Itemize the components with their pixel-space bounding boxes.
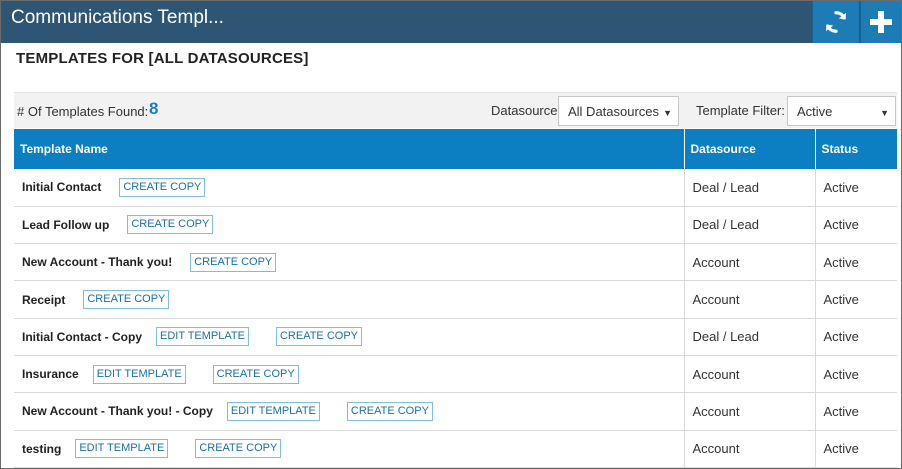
filter-bar: # Of Templates Found: 8 Datasource: All … — [14, 92, 897, 128]
status-cell: Active — [815, 243, 897, 282]
status-cell: Active — [815, 430, 897, 468]
template-name-cell-content: New Account - Thank you! CREATE COPY — [22, 252, 684, 272]
template-name: testing — [22, 441, 62, 456]
table-row: New Account - Thank you! CREATE COPY Accou… — [14, 243, 897, 282]
column-header-datasource[interactable]: Datasource — [684, 129, 816, 169]
datasource-cell: Account — [684, 430, 816, 468]
create-copy-button[interactable]: CREATE COPY — [83, 290, 170, 310]
create-copy-button[interactable]: CREATE COPY — [190, 252, 277, 272]
template-name-cell: Receipt CREATE COPY — [14, 280, 685, 319]
create-copy-button[interactable]: CREATE COPY — [212, 364, 299, 384]
chevron-down-icon: ▼ — [880, 108, 889, 118]
status-cell: Active — [815, 280, 897, 319]
template-name-cell-content: Initial Contact - Copy EDIT TEMPLATE CREAT… — [22, 327, 684, 347]
template-name: Initial Contact - Copy — [22, 329, 142, 344]
template-name-cell-content: Receipt CREATE COPY — [22, 290, 684, 310]
template-name: Lead Follow up — [22, 217, 110, 232]
status-cell: Active — [815, 392, 897, 431]
template-filter-label: Template Filter: — [696, 103, 785, 118]
add-template-button[interactable] — [860, 1, 901, 43]
header-bar: Communications Templ... — [1, 1, 901, 43]
template-name-cell: Lead Follow up CREATE COPY — [14, 206, 685, 245]
column-header-status[interactable]: Status — [815, 129, 897, 169]
templates-table: Template Name Datasource Status Initial … — [14, 129, 897, 468]
edit-template-button[interactable]: EDIT TEMPLATE — [92, 364, 186, 384]
datasource-select-value: All Datasources — [568, 104, 660, 119]
table-row: Initial Contact CREATE COPY Deal / Lead Act… — [14, 169, 897, 207]
table-body: Initial Contact CREATE COPY Deal / Lead Act… — [14, 169, 897, 468]
template-name-cell: New Account - Thank you! CREATE COPY — [14, 243, 685, 282]
datasource-select[interactable]: All Datasources ▼ — [558, 96, 679, 126]
template-name-cell-content: New Account - Thank you! - Copy EDIT TEMP… — [22, 401, 684, 421]
datasource-cell: Deal / Lead — [684, 206, 816, 245]
datasource-cell: Account — [684, 243, 816, 282]
chevron-down-icon: ▼ — [663, 108, 672, 118]
templates-found-count: 8 — [149, 99, 159, 118]
template-name: New Account - Thank you! — [22, 255, 173, 270]
status-cell: Active — [815, 206, 897, 245]
templates-found-label: # Of Templates Found: — [17, 104, 149, 119]
status-cell: Active — [815, 355, 897, 394]
template-name-cell: New Account - Thank you! - Copy EDIT TEMP… — [14, 392, 685, 431]
edit-template-button[interactable]: EDIT TEMPLATE — [226, 401, 320, 421]
create-copy-button[interactable]: CREATE COPY — [119, 177, 206, 197]
template-name: New Account - Thank you! - Copy — [22, 404, 213, 419]
table-row: Insurance EDIT TEMPLATE CREATE COPY Account… — [14, 355, 897, 394]
template-name-cell-content: Insurance EDIT TEMPLATE CREATE COPY — [22, 364, 684, 384]
datasource-label: Datasource: — [491, 103, 562, 118]
create-copy-button[interactable]: CREATE COPY — [275, 327, 362, 347]
datasource-cell: Account — [684, 392, 816, 431]
table-row: Initial Contact - Copy EDIT TEMPLATE CREAT… — [14, 318, 897, 356]
table-header-row: Template Name Datasource Status — [14, 129, 897, 169]
template-name-cell-content: Lead Follow up CREATE COPY — [22, 215, 684, 235]
plus-icon — [870, 11, 892, 33]
template-name: Receipt — [22, 292, 66, 307]
create-copy-button[interactable]: CREATE COPY — [346, 401, 433, 421]
table-row: New Account - Thank you! - Copy EDIT TEMP… — [14, 392, 897, 431]
template-name-cell: Initial Contact - Copy EDIT TEMPLATE CREAT… — [14, 318, 685, 356]
refresh-button[interactable] — [812, 1, 859, 43]
refresh-icon — [825, 11, 847, 33]
template-filter-select[interactable]: Active ▼ — [787, 96, 896, 126]
datasource-cell: Deal / Lead — [684, 169, 816, 207]
app-title: Communications Templ... — [11, 7, 224, 28]
edit-template-button[interactable]: EDIT TEMPLATE — [156, 327, 249, 347]
table-row: Lead Follow up CREATE COPY Deal / Lead Acti… — [14, 206, 897, 245]
status-cell: Active — [815, 169, 897, 207]
create-copy-button[interactable]: CREATE COPY — [127, 215, 214, 235]
template-name: Initial Contact — [22, 180, 102, 195]
datasource-cell: Deal / Lead — [684, 318, 816, 356]
template-name-cell-content: Initial Contact CREATE COPY — [22, 177, 684, 197]
status-cell: Active — [815, 318, 897, 356]
template-name-cell: Initial Contact CREATE COPY — [14, 169, 685, 207]
column-header-template-name[interactable]: Template Name — [14, 129, 685, 169]
table-row: testing EDIT TEMPLATE CREATE COPY Account Ac… — [14, 430, 897, 468]
template-name-cell-content: testing EDIT TEMPLATE CREATE COPY — [22, 439, 684, 459]
template-name-cell: testing EDIT TEMPLATE CREATE COPY — [14, 430, 685, 468]
app-window: Communications Templ... TEMPLATES FOR [A… — [0, 0, 902, 469]
template-filter-select-value: Active — [797, 104, 833, 119]
datasource-cell: Account — [684, 355, 816, 394]
page-title: TEMPLATES FOR [ALL DATASOURCES] — [16, 50, 309, 67]
edit-template-button[interactable]: EDIT TEMPLATE — [75, 439, 169, 459]
create-copy-button[interactable]: CREATE COPY — [195, 439, 282, 459]
template-name: Insurance — [22, 367, 79, 382]
template-name-cell: Insurance EDIT TEMPLATE CREATE COPY — [14, 355, 685, 394]
datasource-cell: Account — [684, 280, 816, 319]
table-row: Receipt CREATE COPY Account Active — [14, 280, 897, 319]
